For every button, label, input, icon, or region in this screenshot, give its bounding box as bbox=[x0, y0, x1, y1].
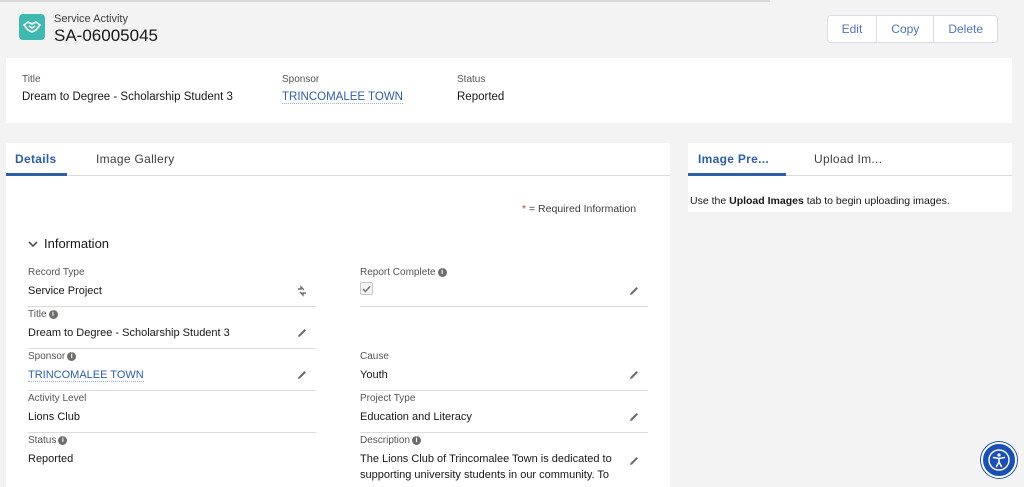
tab-image-preview[interactable]: Image Pre... bbox=[698, 152, 769, 166]
action-button-group: Edit Copy Delete bbox=[826, 15, 998, 43]
tab-details[interactable]: Details bbox=[15, 152, 56, 166]
pencil-icon[interactable] bbox=[296, 369, 308, 381]
active-tab-indicator bbox=[6, 173, 67, 176]
upload-instructions: Use the Upload Images tab to begin uploa… bbox=[688, 176, 1012, 212]
highlight-sponsor-label: Sponsor bbox=[282, 74, 320, 85]
field-sponsor: Sponsor i TRINCOMALEE TOWN bbox=[28, 351, 316, 391]
record-header: Service Activity SA-06005045 Edit Copy D… bbox=[6, 4, 1012, 54]
field-label: Report Complete bbox=[360, 267, 436, 278]
instructions-prefix: Use the bbox=[690, 195, 730, 207]
details-panel: Details Image Gallery * = Required Infor… bbox=[6, 143, 670, 487]
field-value: Education and Literacy bbox=[360, 411, 472, 423]
main-tab-bar: Details Image Gallery bbox=[6, 143, 670, 176]
field-label: Record Type bbox=[28, 267, 85, 278]
tab-upload-images[interactable]: Upload Im... bbox=[814, 152, 882, 166]
highlight-title-label: Title bbox=[22, 74, 41, 85]
field-value: The Lions Club of Trincomalee Town is de… bbox=[360, 453, 612, 481]
side-tab-bar: Image Pre... Upload Im... bbox=[688, 143, 1012, 176]
field-value: Lions Club bbox=[28, 411, 80, 423]
chevron-down-icon bbox=[28, 240, 38, 247]
object-type-label: Service Activity bbox=[54, 13, 128, 25]
sponsor-link[interactable]: TRINCOMALEE TOWN bbox=[28, 369, 144, 382]
checkmark-icon bbox=[362, 285, 371, 293]
highlight-status-value: Reported bbox=[457, 91, 505, 103]
field-project-type: Project Type Education and Literacy bbox=[360, 393, 648, 433]
pencil-icon[interactable] bbox=[628, 455, 640, 467]
field-label: Description bbox=[360, 435, 411, 446]
copy-button[interactable]: Copy bbox=[876, 16, 934, 42]
info-icon[interactable]: i bbox=[412, 436, 422, 445]
required-text: = Required Information bbox=[526, 203, 637, 215]
field-label: Project Type bbox=[360, 393, 416, 404]
highlight-sponsor-link[interactable]: TRINCOMALEE TOWN bbox=[282, 91, 403, 104]
field-value: Youth bbox=[360, 369, 388, 381]
report-complete-checkbox bbox=[360, 282, 373, 295]
highlights-panel: Title Dream to Degree - Scholarship Stud… bbox=[6, 58, 1012, 123]
image-side-panel: Image Pre... Upload Im... Use the Upload… bbox=[688, 143, 1012, 487]
field-label: Title bbox=[28, 309, 47, 320]
accessibility-icon bbox=[988, 449, 1010, 471]
highlight-title: Title Dream to Degree - Scholarship Stud… bbox=[22, 74, 233, 103]
handshake-icon bbox=[19, 14, 45, 40]
field-description: Description i The Lions Club of Trincomal… bbox=[360, 435, 648, 487]
info-icon[interactable]: i bbox=[437, 268, 447, 277]
highlight-sponsor: Sponsor TRINCOMALEE TOWN bbox=[282, 74, 403, 104]
required-info-note: * = Required Information bbox=[522, 203, 636, 215]
info-icon[interactable]: i bbox=[48, 310, 58, 319]
field-value: Reported bbox=[28, 453, 74, 465]
field-label: Activity Level bbox=[28, 393, 87, 404]
field-label: Cause bbox=[360, 351, 389, 362]
field-label: Sponsor bbox=[28, 351, 66, 362]
accessibility-button[interactable] bbox=[981, 442, 1017, 478]
field-value: Service Project bbox=[28, 285, 102, 297]
tab-image-gallery[interactable]: Image Gallery bbox=[96, 152, 175, 166]
field-cause: Cause Youth bbox=[360, 351, 648, 391]
info-icon[interactable]: i bbox=[58, 436, 68, 445]
top-divider bbox=[0, 0, 770, 2]
field-status: Status i Reported bbox=[28, 435, 316, 475]
change-record-type-icon[interactable] bbox=[296, 285, 308, 297]
field-title: Title i Dream to Degree - Scholarship Stu… bbox=[28, 309, 316, 349]
delete-button[interactable]: Delete bbox=[933, 16, 997, 42]
field-label: Status bbox=[28, 435, 57, 446]
section-information-toggle[interactable]: Information bbox=[28, 236, 109, 251]
pencil-icon[interactable] bbox=[296, 327, 308, 339]
highlight-title-value: Dream to Degree - Scholarship Student 3 bbox=[22, 91, 233, 103]
info-icon[interactable]: i bbox=[67, 352, 77, 361]
field-record-type: Record Type Service Project bbox=[28, 267, 316, 307]
section-information-title: Information bbox=[44, 236, 110, 251]
field-value: Dream to Degree - Scholarship Student 3 bbox=[28, 327, 230, 339]
pencil-icon[interactable] bbox=[628, 285, 640, 297]
instructions-suffix: tab to begin uploading images. bbox=[803, 195, 950, 207]
highlight-status: Status Reported bbox=[457, 74, 504, 103]
edit-button[interactable]: Edit bbox=[827, 16, 877, 42]
instructions-bold: Upload Images bbox=[729, 195, 804, 207]
pencil-icon[interactable] bbox=[628, 411, 640, 423]
highlight-status-label: Status bbox=[457, 74, 486, 85]
pencil-icon[interactable] bbox=[628, 369, 640, 381]
field-report-complete: Report Complete i bbox=[360, 267, 648, 307]
record-name: SA-06005045 bbox=[54, 26, 158, 45]
field-activity-level: Activity Level Lions Club bbox=[28, 393, 316, 433]
